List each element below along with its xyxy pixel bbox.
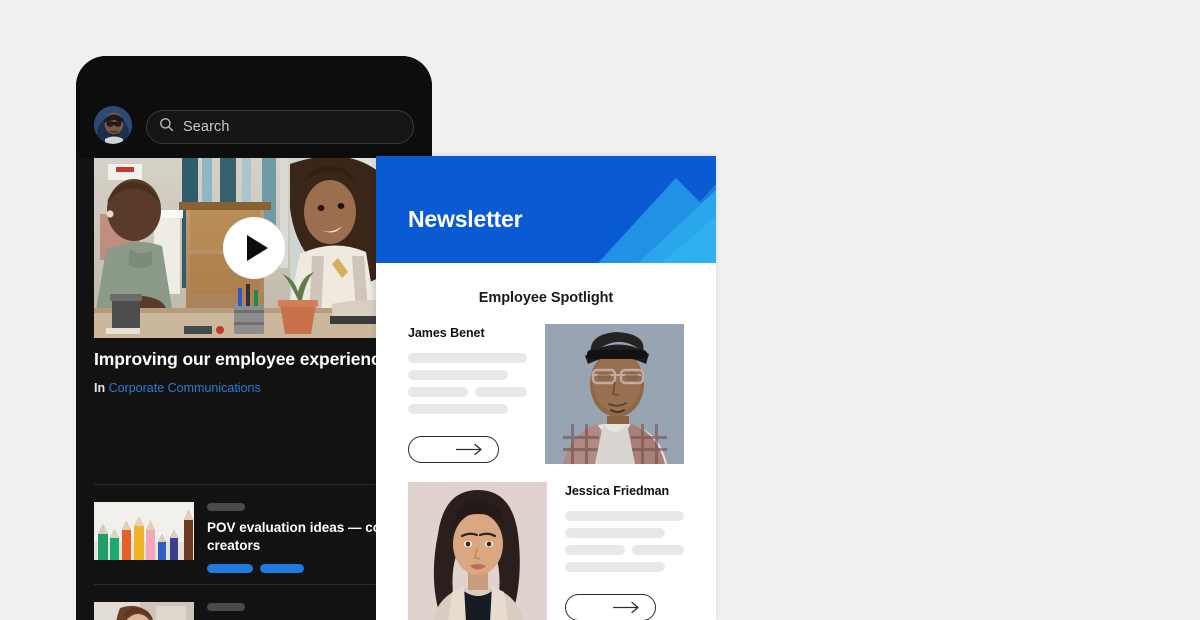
spotlight-entry: James Benet: [376, 324, 716, 464]
play-button[interactable]: [223, 217, 285, 279]
feature-meta-prefix: In: [94, 381, 106, 396]
screenshot-stage: Search Improving our employee experience…: [0, 0, 1200, 620]
list-item-label-placeholder: [207, 603, 245, 611]
feature-meta-link[interactable]: Corporate Communications: [109, 381, 261, 395]
spotlight-person-photo: [408, 482, 547, 620]
read-more-button[interactable]: [408, 436, 499, 463]
list-divider: [94, 484, 414, 485]
text-placeholder-line: [408, 370, 508, 380]
text-placeholder-row: [565, 545, 684, 555]
list-divider: [94, 584, 414, 585]
phone-topbar: Search: [76, 56, 432, 158]
avatar[interactable]: [94, 106, 132, 144]
text-placeholder-line: [565, 562, 665, 572]
list-item[interactable]: 8 Cardinal rules of running a virtual me…: [94, 602, 414, 620]
text-placeholder-row: [408, 387, 527, 397]
text-placeholder-line: [474, 387, 527, 397]
text-placeholder-line: [408, 353, 527, 363]
feature-caption: Improving our employee experience In Cor…: [94, 348, 414, 395]
article-thumbnail-pencils: [94, 502, 194, 560]
spotlight-entry-text: Jessica Friedman: [565, 482, 684, 620]
text-placeholder-line: [408, 387, 468, 397]
newsletter-body: Employee Spotlight James Benet Jessica F…: [376, 290, 716, 620]
article-thumbnail-video-call: [94, 602, 194, 620]
read-more-button[interactable]: [565, 594, 656, 620]
spotlight-person-photo: [545, 324, 684, 464]
tag-pill[interactable]: [260, 563, 304, 573]
spotlight-person-name: Jessica Friedman: [565, 484, 670, 498]
play-triangle-icon: [246, 235, 268, 261]
text-placeholder-line: [565, 511, 684, 521]
spotlight-entry-text: James Benet: [408, 324, 527, 464]
spotlight-entry: Jessica Friedman: [376, 482, 716, 620]
newsletter-title: Newsletter: [408, 206, 523, 232]
text-placeholder-line: [408, 404, 508, 414]
text-placeholder-line: [631, 545, 684, 555]
list-item[interactable]: POV evaluation ideas — content creators: [94, 502, 414, 573]
feature-meta: In Corporate Communications: [94, 381, 414, 395]
text-placeholder-line: [565, 545, 625, 555]
tag-pill[interactable]: [207, 563, 253, 573]
feature-title[interactable]: Improving our employee experience: [94, 348, 414, 370]
search-input[interactable]: Search: [146, 110, 414, 144]
spotlight-person-name: James Benet: [408, 326, 485, 340]
arrow-right-icon: [612, 601, 642, 614]
section-title-employee-spotlight: Employee Spotlight: [478, 290, 614, 306]
newsletter-card: Newsletter Employee Spotlight James Bene…: [376, 156, 716, 620]
arrow-right-icon: [455, 443, 485, 456]
text-placeholder-line: [565, 528, 665, 538]
search-icon: [159, 117, 174, 137]
feature-video-thumbnail[interactable]: [94, 158, 414, 338]
list-item-label-placeholder: [207, 503, 245, 511]
newsletter-header-banner: Newsletter: [376, 156, 716, 263]
search-placeholder: Search: [183, 119, 230, 135]
